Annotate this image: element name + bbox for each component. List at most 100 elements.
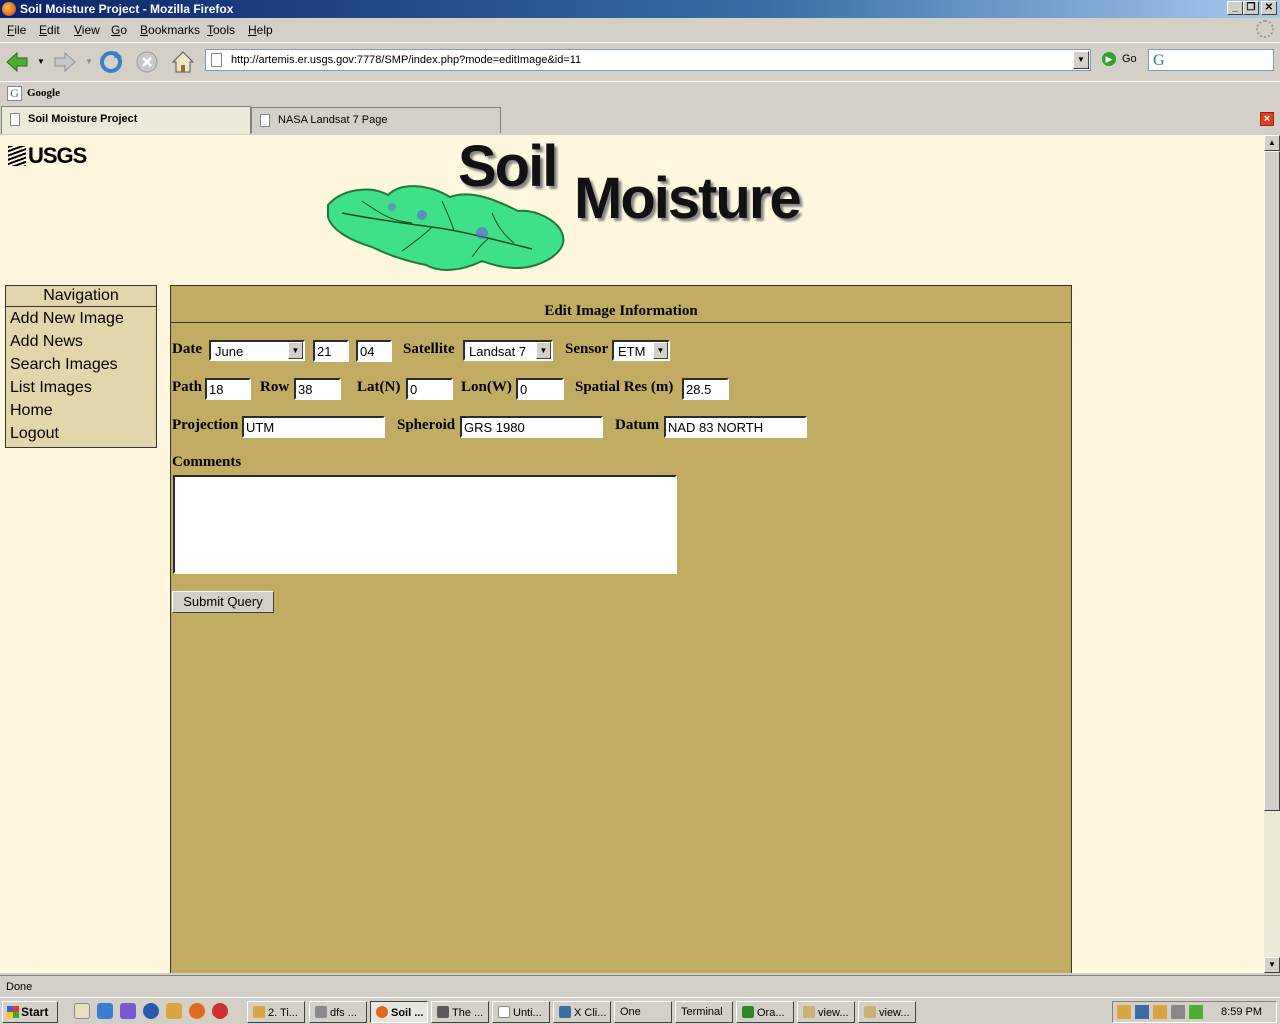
- forward-arrow-icon[interactable]: [52, 49, 78, 75]
- minimize-button[interactable]: _: [1227, 1, 1243, 15]
- paint-icon: [498, 1006, 510, 1018]
- system-tray: 8:59 PM: [1112, 1001, 1277, 1023]
- address-url: http://artemis.er.usgs.gov:7778/SMP/inde…: [231, 54, 582, 66]
- google-search-icon[interactable]: G: [1153, 52, 1165, 70]
- google-bookmark-icon[interactable]: G: [7, 86, 22, 101]
- menu-tools[interactable]: Tools: [207, 23, 235, 37]
- show-desktop-icon[interactable]: [74, 1003, 90, 1019]
- maximize-button[interactable]: ❐: [1243, 1, 1259, 15]
- menu-file[interactable]: File: [7, 23, 26, 37]
- year-input[interactable]: 04: [356, 340, 392, 362]
- volume-icon[interactable]: [1171, 1005, 1185, 1019]
- spheroid-label: Spheroid: [397, 417, 456, 433]
- menu-view[interactable]: View: [74, 23, 100, 37]
- tool-quicklaunch-icon[interactable]: [166, 1003, 182, 1019]
- nav-logout[interactable]: Logout: [10, 425, 59, 443]
- back-arrow-icon[interactable]: [4, 49, 30, 75]
- forward-dropdown-icon[interactable]: ▼: [85, 57, 93, 66]
- nav-add-news[interactable]: Add News: [10, 333, 83, 351]
- address-dropdown-icon[interactable]: ▼: [1073, 51, 1089, 69]
- banner-word-moisture: Moisture: [574, 166, 802, 231]
- nav-add-new-image[interactable]: Add New Image: [10, 310, 124, 328]
- taskbar-button[interactable]: view...: [797, 1001, 855, 1023]
- banner-word-soil: Soil: [458, 135, 558, 199]
- submit-query-button[interactable]: Submit Query: [172, 591, 274, 613]
- tab-nasa-landsat[interactable]: NASA Landsat 7 Page: [251, 107, 501, 133]
- taskbar-button[interactable]: One: [614, 1001, 672, 1023]
- navigation-panel: Navigation Add New Image Add News Search…: [5, 285, 157, 448]
- search-window-icon: [315, 1006, 327, 1018]
- internet-explorer-icon[interactable]: [97, 1003, 113, 1019]
- comments-textarea[interactable]: [173, 475, 677, 574]
- taskbar-button-active[interactable]: Soil ...: [370, 1001, 428, 1023]
- day-input[interactable]: 21: [313, 340, 349, 362]
- firefox-icon: [2, 2, 16, 16]
- menu-go[interactable]: Go: [111, 23, 127, 37]
- page-content: USGS Soil Moisture Navigation Add New Im…: [0, 135, 1264, 973]
- menu-edit[interactable]: Edit: [39, 23, 60, 37]
- taskbar-button[interactable]: 2. Ti...: [247, 1001, 305, 1023]
- start-button[interactable]: Start: [2, 1001, 58, 1023]
- stop-icon[interactable]: [134, 49, 160, 75]
- firefox-quicklaunch-icon[interactable]: [189, 1003, 205, 1019]
- app-quicklaunch-icon[interactable]: [143, 1003, 159, 1019]
- projection-label: Projection: [172, 417, 239, 433]
- spatial-res-input[interactable]: 28.5: [682, 378, 729, 400]
- tab-soil-moisture-project[interactable]: Soil Moisture Project: [1, 106, 251, 134]
- page-icon: [10, 113, 20, 126]
- nav-list-images[interactable]: List Images: [10, 379, 92, 397]
- bookmarks-toolbar: G Google: [0, 81, 1280, 105]
- go-button[interactable]: ▶ Go: [1102, 52, 1137, 66]
- taskbar-button[interactable]: X Cli...: [553, 1001, 611, 1023]
- row-input[interactable]: 38: [294, 378, 341, 400]
- taskbar-button[interactable]: dfs ...: [309, 1001, 367, 1023]
- vertical-scrollbar[interactable]: ▲ ▼: [1264, 135, 1280, 973]
- datum-label: Datum: [615, 417, 660, 433]
- satellite-select[interactable]: Landsat 7 ▼: [463, 340, 553, 361]
- network-icon[interactable]: [1135, 1005, 1149, 1019]
- close-tab-icon[interactable]: ×: [1260, 112, 1274, 126]
- search-input[interactable]: G: [1148, 49, 1274, 71]
- menu-bookmarks[interactable]: Bookmarks: [140, 23, 200, 37]
- spheroid-input[interactable]: GRS 1980: [460, 416, 603, 438]
- nav-home[interactable]: Home: [10, 402, 53, 420]
- month-select[interactable]: June ▼: [209, 340, 305, 361]
- datum-input[interactable]: NAD 83 NORTH: [664, 416, 807, 438]
- tray-icon[interactable]: [1153, 1005, 1167, 1019]
- lon-input[interactable]: 0: [516, 378, 564, 400]
- page-icon: [211, 53, 222, 67]
- sensor-select[interactable]: ETM ▼: [612, 340, 670, 361]
- bookmark-google[interactable]: Google: [27, 87, 60, 99]
- tab-label: NASA Landsat 7 Page: [278, 114, 388, 126]
- projection-input[interactable]: UTM: [242, 416, 385, 438]
- usgs-logo[interactable]: USGS: [8, 143, 87, 169]
- app-c-quicklaunch-icon[interactable]: [212, 1003, 228, 1019]
- scroll-down-icon[interactable]: ▼: [1264, 957, 1280, 973]
- scroll-up-icon[interactable]: ▲: [1264, 135, 1280, 151]
- taskbar-button[interactable]: The ...: [431, 1001, 489, 1023]
- address-bar[interactable]: http://artemis.er.usgs.gov:7778/SMP/inde…: [205, 49, 1091, 71]
- path-input[interactable]: 18: [205, 378, 251, 400]
- media-icon[interactable]: [120, 1003, 136, 1019]
- page-icon: [260, 114, 270, 127]
- tray-icon[interactable]: [1189, 1005, 1203, 1019]
- taskbar-button[interactable]: Unti...: [492, 1001, 550, 1023]
- scroll-thumb[interactable]: [1264, 151, 1280, 811]
- spatial-res-label: Spatial Res (m): [575, 379, 674, 395]
- tray-icon[interactable]: [1117, 1005, 1131, 1019]
- taskbar-button[interactable]: view...: [858, 1001, 916, 1023]
- reload-icon[interactable]: [98, 49, 124, 75]
- lat-input[interactable]: 0: [406, 378, 453, 400]
- nav-search-images[interactable]: Search Images: [10, 356, 118, 374]
- close-window-button[interactable]: ✕: [1261, 1, 1277, 15]
- lon-label: Lon(W): [461, 379, 512, 395]
- home-icon[interactable]: [170, 49, 196, 75]
- lat-label: Lat(N): [357, 379, 401, 395]
- satellite-label: Satellite: [403, 341, 455, 357]
- window-title: Soil Moisture Project - Mozilla Firefox: [20, 2, 234, 16]
- back-dropdown-icon[interactable]: ▼: [37, 57, 45, 66]
- taskbar-button[interactable]: Terminal: [675, 1001, 733, 1023]
- menu-bar: File Edit View Go Bookmarks Tools Help: [0, 19, 1280, 41]
- taskbar-button[interactable]: Ora...: [736, 1001, 794, 1023]
- menu-help[interactable]: Help: [248, 23, 273, 37]
